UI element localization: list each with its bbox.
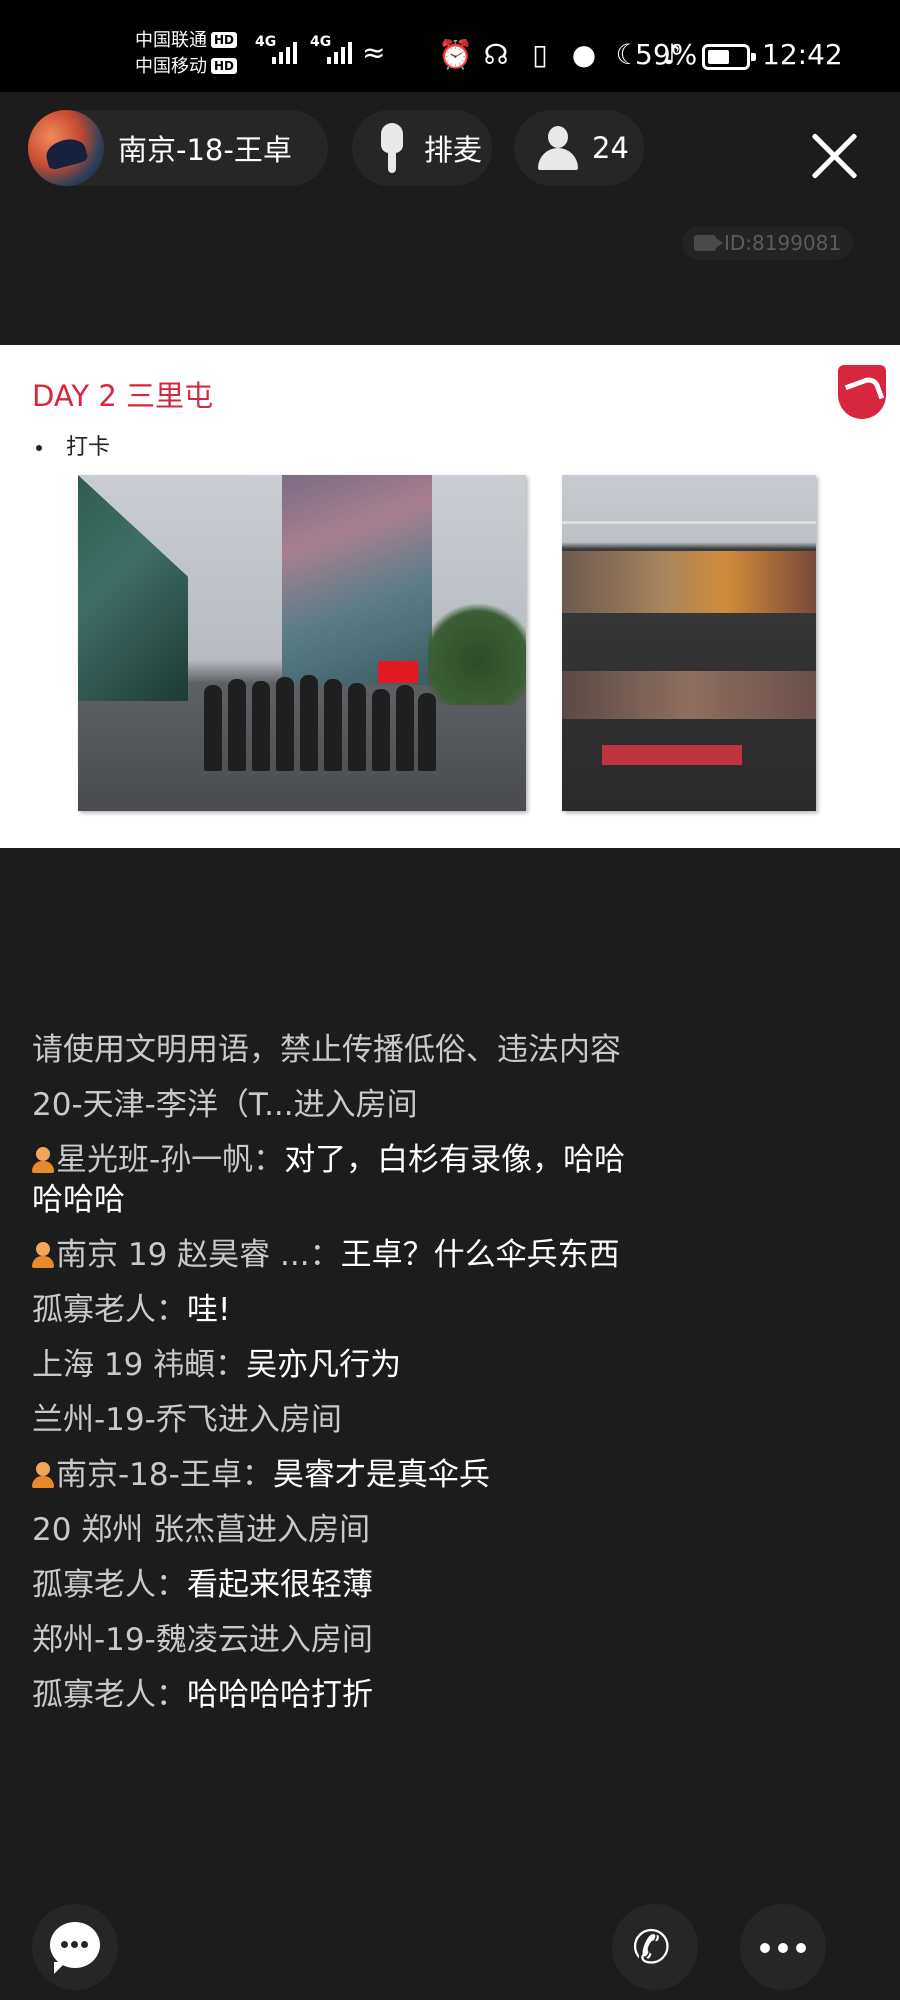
signal-icon-1 xyxy=(272,40,297,64)
building-photo xyxy=(562,475,816,811)
clock: 12:42 xyxy=(762,38,843,71)
chat-username[interactable]: 南京 19 赵昊睿 ...： xyxy=(56,1237,341,1273)
chat-username[interactable]: 南京-18-王卓： xyxy=(56,1457,273,1493)
chat-message: 星光班-孙一帆：对了，白杉有录像，哈哈哈哈哈 xyxy=(32,1140,652,1220)
carrier-1: 中国联通 xyxy=(135,30,207,51)
chat-text: 昊睿才是真伞兵 xyxy=(272,1457,490,1493)
video-camera-icon xyxy=(694,235,723,251)
chat-message: 孤寡老人：哇! xyxy=(32,1290,652,1330)
chat-message: 上海 19 祎頔：吴亦凡行为 xyxy=(32,1345,652,1385)
chat-bubble-icon xyxy=(50,1922,100,1974)
group-photo xyxy=(78,475,526,811)
shared-slide[interactable]: DAY 2 三里屯 打卡 xyxy=(0,345,900,848)
hd-badge-2: HD xyxy=(211,58,238,74)
wifi-icon: ≈ xyxy=(362,36,386,69)
battery-icon xyxy=(702,44,756,70)
chat-text: 王卓？什么伞兵东西 xyxy=(340,1237,620,1273)
location-icon: ● xyxy=(571,38,597,71)
room-id-badge: ID:8199081 xyxy=(682,226,854,260)
chat-username[interactable]: 上海 19 祎頔： xyxy=(32,1347,246,1383)
chat-username[interactable]: 孤寡老人： xyxy=(32,1292,187,1328)
mic-queue-button[interactable]: 排麦 xyxy=(352,110,492,186)
host-avatar[interactable] xyxy=(28,110,104,186)
signal-icon-2 xyxy=(327,40,352,64)
hd-badge-1: HD xyxy=(211,32,238,48)
microphone-icon xyxy=(374,123,410,173)
chat-text: 看起来很轻薄 xyxy=(187,1567,373,1603)
vibrate-icon: ▯ xyxy=(532,38,548,71)
msi-logo xyxy=(838,365,886,419)
chat-username[interactable]: 星光班-孙一帆： xyxy=(56,1142,284,1178)
chat-feed: 请使用文明用语，禁止传播低俗、违法内容 20-天津-李洋（T...进入房间星光班… xyxy=(32,1030,652,1730)
mic-queue-label: 排麦 xyxy=(424,133,483,167)
audience-count: 24 xyxy=(592,131,629,165)
chat-system-message: 郑州-19-魏凌云进入房间 xyxy=(32,1622,373,1658)
slide-bullet: 打卡 xyxy=(36,429,110,461)
user-icon xyxy=(538,126,578,170)
carrier-info: 中国联通 HD 中国移动 HD xyxy=(135,28,238,80)
alarm-icon: ⏰ xyxy=(438,38,473,71)
headphones-icon: ☊ xyxy=(483,38,509,71)
chat-username[interactable]: 孤寡老人： xyxy=(32,1567,187,1603)
room-id: ID:8199081 xyxy=(724,231,842,255)
more-button[interactable] xyxy=(740,1904,826,1990)
battery-percent: 59% xyxy=(635,38,698,71)
chat-system-message: 20-天津-李洋（T...进入房间 xyxy=(32,1087,418,1123)
status-bar: 中国联通 HD 中国移动 HD 4G 4G ≈ ⏰ ☊ ▯ ● ☾ ♪ 59% 12… xyxy=(0,0,900,92)
chat-text: 哇! xyxy=(187,1292,231,1328)
user-badge-icon xyxy=(32,1242,54,1268)
chat-notice: 请使用文明用语，禁止传播低俗、违法内容 xyxy=(32,1032,621,1068)
chat-message: 南京-18-王卓：昊睿才是真伞兵 xyxy=(32,1455,652,1495)
chat-text: 哈哈哈哈打折 xyxy=(187,1677,373,1713)
chat-message: 孤寡老人：哈哈哈哈打折 xyxy=(32,1675,652,1715)
host-info-pill[interactable]: 南京-18-王卓 xyxy=(28,110,328,186)
chat-button[interactable] xyxy=(32,1904,118,1990)
chat-text: 吴亦凡行为 xyxy=(246,1347,402,1383)
host-name: 南京-18-王卓 xyxy=(118,133,292,167)
close-icon[interactable] xyxy=(806,128,862,184)
carrier-2: 中国移动 xyxy=(135,56,207,77)
user-badge-icon xyxy=(32,1147,54,1173)
chat-system-message: 兰州-19-乔飞进入房间 xyxy=(32,1402,342,1438)
chat-message: 南京 19 赵昊睿 ...：王卓？什么伞兵东西 xyxy=(32,1235,652,1275)
chat-message: 孤寡老人：看起来很轻薄 xyxy=(32,1565,652,1605)
audience-count-button[interactable]: 24 xyxy=(514,110,644,186)
phone-call-icon: ✆ xyxy=(632,1920,671,1974)
chat-username[interactable]: 孤寡老人： xyxy=(32,1677,187,1713)
call-button[interactable]: ✆ xyxy=(612,1904,698,1990)
slide-bullet-text: 打卡 xyxy=(66,435,111,460)
chat-system-message: 20 郑州 张杰菖进入房间 xyxy=(32,1512,371,1548)
user-badge-icon xyxy=(32,1462,54,1488)
more-dots-icon xyxy=(760,1943,770,1953)
slide-title: DAY 2 三里屯 xyxy=(32,379,214,413)
